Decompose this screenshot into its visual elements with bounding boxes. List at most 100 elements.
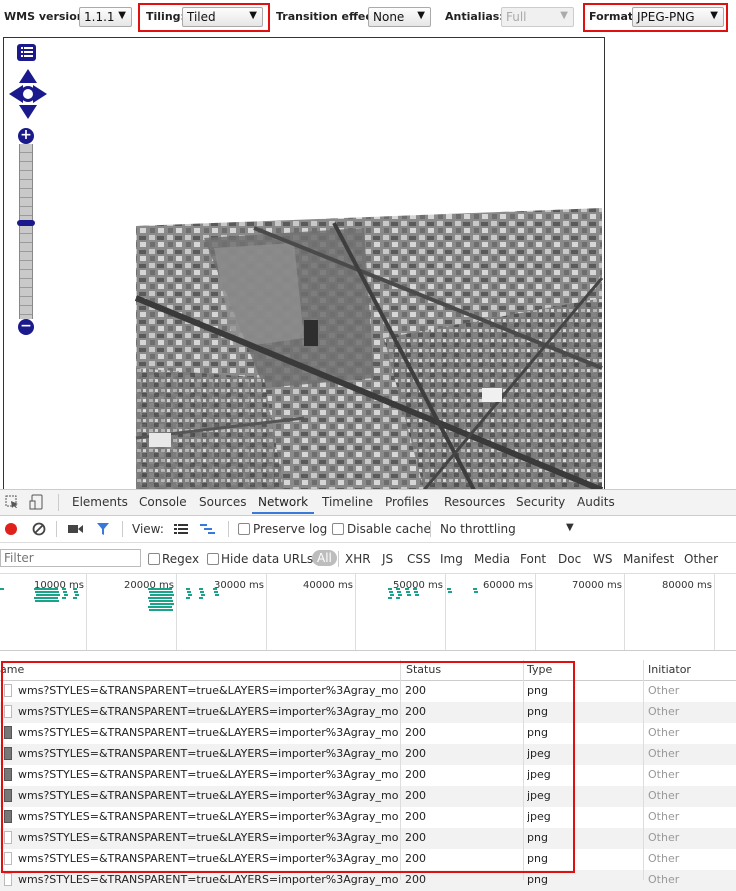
tab-security[interactable]: Security <box>516 495 565 509</box>
format-select[interactable]: JPEG-PNG ▼ <box>632 7 724 27</box>
filter-input[interactable] <box>0 549 141 567</box>
tab-profiles[interactable]: Profiles <box>385 495 429 509</box>
inspect-element-icon[interactable] <box>5 495 19 509</box>
waterfall-icon[interactable] <box>200 523 216 535</box>
zoom-in-button[interactable]: + <box>18 128 34 144</box>
regex-checkbox[interactable] <box>148 553 160 565</box>
timeline-request-bar <box>406 591 410 593</box>
filter-type-all[interactable]: All <box>312 550 337 566</box>
timeline-request-bar <box>74 591 78 593</box>
timeline-gridline <box>355 574 356 650</box>
map-viewport[interactable]: + − <box>3 37 605 489</box>
clear-icon[interactable] <box>32 522 46 536</box>
zoom-slider-track[interactable] <box>19 144 33 319</box>
filter-type-xhr[interactable]: XHR <box>345 552 371 566</box>
filter-type-media[interactable]: Media <box>474 552 510 566</box>
tab-network[interactable]: Network <box>258 495 308 509</box>
regex-label: Regex <box>162 552 200 566</box>
camera-icon[interactable] <box>68 524 84 534</box>
chevron-down-icon: ▼ <box>118 10 126 21</box>
timeline-request-bar <box>188 594 192 596</box>
disable-cache-checkbox[interactable] <box>332 523 344 535</box>
device-mode-icon[interactable] <box>29 494 45 510</box>
tab-console[interactable]: Console <box>139 495 187 509</box>
cell-initiator: Other <box>648 768 680 781</box>
preserve-log-checkbox[interactable] <box>238 523 250 535</box>
cell-initiator: Other <box>648 852 680 865</box>
zoom-slider-handle[interactable] <box>17 219 35 226</box>
timeline-request-bar <box>447 588 451 590</box>
cell-initiator: Other <box>648 789 680 802</box>
timeline-request-bar <box>396 588 400 590</box>
cell-initiator: Other <box>648 747 680 760</box>
filter-type-img[interactable]: Img <box>440 552 463 566</box>
timeline-request-bar <box>148 588 172 590</box>
timeline-request-bar <box>474 591 478 593</box>
tab-resources[interactable]: Resources <box>444 495 505 509</box>
timeline-gridline <box>445 574 446 650</box>
chevron-down-icon: ▼ <box>566 522 574 533</box>
timeline-gridline <box>266 574 267 650</box>
tiling-select[interactable]: Tiled ▼ <box>182 7 263 27</box>
timeline-request-bar <box>35 591 59 593</box>
zoom-bar[interactable]: + − <box>17 128 35 335</box>
column-header-initiator-text: Initiator <box>648 663 691 676</box>
wms-version-select[interactable]: 1.1.1 ▼ <box>79 7 132 27</box>
tab-sources[interactable]: Sources <box>199 495 246 509</box>
timeline-request-bar <box>396 597 400 599</box>
tab-timeline[interactable]: Timeline <box>322 495 373 509</box>
aerial-image-layer <box>134 208 604 489</box>
active-tab-indicator <box>252 512 314 514</box>
filter-icon[interactable] <box>96 522 110 536</box>
timeline-request-bar <box>62 597 66 599</box>
preserve-log-label: Preserve log <box>253 522 328 536</box>
timeline-request-bar <box>34 597 58 599</box>
table-row[interactable]: wms?STYLES=&TRANSPARENT=true&LAYERS=impo… <box>0 870 736 891</box>
tab-audits[interactable]: Audits <box>577 495 615 509</box>
filter-type-doc[interactable]: Doc <box>558 552 581 566</box>
zoom-out-button[interactable]: − <box>18 319 34 335</box>
filter-type-font[interactable]: Font <box>520 552 546 566</box>
timeline-request-bar <box>397 591 401 593</box>
hide-data-urls-checkbox[interactable] <box>207 553 219 565</box>
timeline-request-bar <box>405 588 409 590</box>
timeline-request-bar <box>148 606 172 608</box>
throttling-select[interactable]: No throttling ▼ <box>440 520 580 538</box>
tab-elements[interactable]: Elements <box>72 495 128 509</box>
timeline-request-bar <box>149 609 173 611</box>
throttling-value: No throttling <box>440 522 516 536</box>
timeline-tick-label: 40000 ms <box>303 580 353 591</box>
disable-cache-label: Disable cache <box>347 522 431 536</box>
network-overview-timeline[interactable]: 10000 ms 20000 ms 30000 ms 40000 ms 50000 ms… <box>0 574 736 651</box>
timeline-request-bar <box>75 594 79 596</box>
transition-value: None <box>373 10 405 24</box>
wms-version-value: 1.1.1 <box>84 10 115 24</box>
pan-arrows-icon[interactable] <box>8 68 48 120</box>
devtools-panel: Elements Console Sources Network Timeline Pro… <box>0 489 736 891</box>
cell-initiator: Other <box>648 705 680 718</box>
timeline-request-bar <box>388 597 392 599</box>
transition-label: Transition effect: <box>276 10 382 23</box>
filter-type-other[interactable]: Other <box>684 552 718 566</box>
timeline-tick-label: 80000 ms <box>662 580 712 591</box>
filter-type-ws[interactable]: WS <box>593 552 612 566</box>
layer-switcher-icon[interactable] <box>16 43 38 63</box>
record-button[interactable] <box>5 523 17 535</box>
filter-type-css[interactable]: CSS <box>407 552 431 566</box>
cell-name: wms?STYLES=&TRANSPARENT=true&LAYERS=impo… <box>18 873 398 886</box>
timeline-request-bar <box>200 591 204 593</box>
antialias-select[interactable]: Full ▼ <box>501 7 574 27</box>
timeline-request-bar <box>390 594 394 596</box>
large-rows-icon[interactable] <box>174 523 188 535</box>
timeline-request-bar <box>148 597 172 599</box>
timeline-request-bar <box>448 591 452 593</box>
filter-type-manifest[interactable]: Manifest <box>623 552 674 566</box>
transition-select[interactable]: None ▼ <box>368 7 431 27</box>
timeline-request-bar <box>187 591 191 593</box>
timeline-request-bar <box>407 594 411 596</box>
timeline-request-bar <box>199 588 203 590</box>
timeline-request-bar <box>199 597 203 599</box>
column-header-initiator[interactable]: Initiator <box>644 660 736 681</box>
filter-type-js[interactable]: JS <box>382 552 393 566</box>
cell-initiator: Other <box>648 873 680 886</box>
